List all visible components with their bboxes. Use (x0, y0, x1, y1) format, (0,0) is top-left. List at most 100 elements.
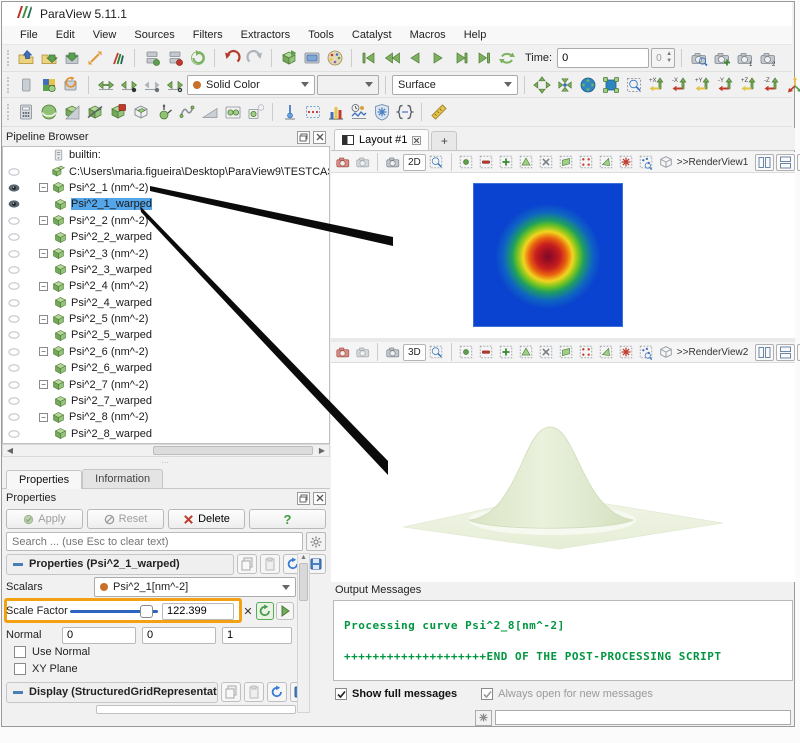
contour-icon[interactable] (38, 102, 59, 123)
tree-expander[interactable]: − (39, 413, 48, 422)
pipeline-item-label[interactable]: Psi^2_8_warped (71, 428, 152, 440)
cam-1-icon[interactable]: 1 (734, 48, 755, 69)
pipeline-item[interactable]: Psi^2_8_warped (3, 426, 329, 442)
pipeline-item[interactable]: −Psi^2_8 (nm^-2) (3, 409, 329, 425)
pipeline-item-label[interactable]: C:\Users\maria.figueira\Desktop\ParaView… (69, 166, 330, 178)
toolbar-handle[interactable] (7, 104, 10, 120)
restore-display-button[interactable] (267, 682, 287, 702)
pipeline-item-label[interactable]: Psi^2_6 (nm^-2) (69, 346, 148, 358)
panel-splitter[interactable]: ⋯ (2, 457, 330, 468)
visibility-eye-icon[interactable] (3, 328, 25, 342)
use-normal-checkbox[interactable] (14, 646, 26, 658)
clip-icon[interactable] (61, 102, 82, 123)
pipeline-item[interactable]: Psi^2_2_warped (3, 229, 329, 245)
select-zoom2-icon[interactable] (427, 343, 446, 362)
visibility-eye-icon[interactable] (3, 410, 25, 424)
psi-2d-colormap-surface[interactable] (473, 183, 623, 327)
pipeline-horizontal-scrollbar[interactable]: ◀ ▶ (2, 444, 330, 457)
visibility-eye-icon[interactable] (3, 427, 25, 441)
edit-color-icon[interactable] (61, 74, 82, 95)
cam-add-icon[interactable] (711, 48, 732, 69)
pipeline-item-label[interactable]: Psi^2_1 (nm^-2) (69, 182, 148, 194)
pipeline-item-label[interactable]: builtin: (69, 149, 101, 161)
pb-next-icon[interactable] (450, 48, 471, 69)
folder-save-icon[interactable] (38, 48, 59, 69)
ax-1-icon[interactable]: -X (669, 74, 690, 95)
view-name-label[interactable]: >>RenderView1 (677, 157, 749, 168)
show-full-messages-checkbox[interactable] (335, 688, 347, 700)
sel-red-pts-icon[interactable] (577, 153, 596, 172)
visibility-eye-icon[interactable] (3, 165, 25, 179)
color-map-icon[interactable] (38, 74, 59, 95)
sel-red-dash-icon[interactable] (477, 153, 496, 172)
toolbar-handle[interactable] (7, 50, 10, 66)
pipeline-item-label[interactable]: Psi^2_1_warped (71, 198, 152, 210)
menu-item-file[interactable]: File (12, 28, 46, 42)
menu-item-tools[interactable]: Tools (300, 28, 342, 42)
delete-button[interactable]: Delete (168, 509, 245, 529)
time-4-icon[interactable] (164, 74, 185, 95)
visibility-eye-icon[interactable] (3, 361, 25, 375)
pipeline-item-label[interactable]: Psi^2_4_warped (71, 297, 152, 309)
tree-expander[interactable]: − (39, 249, 48, 258)
pipeline-item[interactable]: −Psi^2_5 (nm^-2) (3, 311, 329, 327)
paraview-icon[interactable] (107, 48, 128, 69)
clear-scale-button[interactable]: ✕ (240, 605, 256, 618)
vcr-icon[interactable] (15, 74, 36, 95)
pipeline-item[interactable]: Psi^2_7_warped (3, 393, 329, 409)
plot-time-icon[interactable] (348, 102, 369, 123)
redo-icon[interactable] (244, 48, 265, 69)
sel-star-icon[interactable] (617, 343, 636, 362)
pipeline-item[interactable]: builtin: (3, 147, 329, 163)
time-2-icon[interactable] (118, 74, 139, 95)
split-horizontal-button[interactable] (755, 154, 774, 171)
time-input[interactable] (557, 48, 649, 68)
reset-cam-icon[interactable] (531, 74, 552, 95)
glyph-icon[interactable] (153, 102, 174, 123)
disconnect-icon[interactable] (164, 48, 185, 69)
cam-gray-icon[interactable] (353, 343, 372, 362)
stream-icon[interactable] (176, 102, 197, 123)
view-name-label[interactable]: >>RenderView2 (677, 347, 749, 358)
tree-expander[interactable]: − (39, 347, 48, 356)
new-layout-tab-button[interactable]: + (431, 131, 457, 150)
cam-2-icon[interactable]: 2 (757, 48, 778, 69)
pipeline-item[interactable]: −Psi^2_1 (nm^-2) (3, 180, 329, 196)
pb-first-icon[interactable] (358, 48, 379, 69)
tripod-icon[interactable] (784, 74, 800, 95)
connect-icon[interactable] (141, 48, 162, 69)
subset-icon[interactable] (130, 102, 151, 123)
pb-prev-icon[interactable] (404, 48, 425, 69)
menu-item-macros[interactable]: Macros (402, 28, 454, 42)
normal-x-input[interactable] (62, 627, 136, 644)
copy-properties-button[interactable] (237, 554, 257, 574)
search-input[interactable] (6, 532, 303, 551)
toolbar-handle[interactable] (7, 77, 10, 93)
visibility-eye-icon[interactable] (3, 394, 25, 408)
status-button[interactable] (475, 710, 492, 726)
ax-0-icon[interactable]: +X (646, 74, 667, 95)
group-icon[interactable] (222, 102, 243, 123)
help-button[interactable]: ? (249, 509, 326, 529)
reload-icon[interactable] (84, 48, 105, 69)
pipeline-item[interactable]: Psi^2_3_warped (3, 262, 329, 278)
tree-expander[interactable]: − (39, 380, 48, 389)
pb-loop-icon[interactable] (496, 48, 517, 69)
sel-arrow-icon[interactable] (597, 153, 616, 172)
sel-plus-icon[interactable] (497, 153, 516, 172)
visibility-eye-icon[interactable] (3, 247, 25, 261)
spinner-arrows-icon[interactable]: ▲▼ (666, 51, 672, 65)
warp-icon[interactable] (199, 102, 220, 123)
split-vertical-button[interactable] (776, 154, 795, 171)
menu-item-view[interactable]: View (85, 28, 125, 42)
visibility-eye-icon[interactable] (3, 296, 25, 310)
scale-factor-slider[interactable] (70, 603, 158, 619)
probe-icon[interactable] (279, 102, 300, 123)
select-zoom-icon[interactable] (623, 74, 644, 95)
paste-display-button[interactable] (244, 682, 264, 702)
pb-play-icon[interactable] (427, 48, 448, 69)
properties-close-button[interactable] (313, 492, 326, 505)
component-combo[interactable] (317, 75, 379, 95)
menu-item-extractors[interactable]: Extractors (233, 28, 299, 42)
ax-2-icon[interactable]: +Y (692, 74, 713, 95)
